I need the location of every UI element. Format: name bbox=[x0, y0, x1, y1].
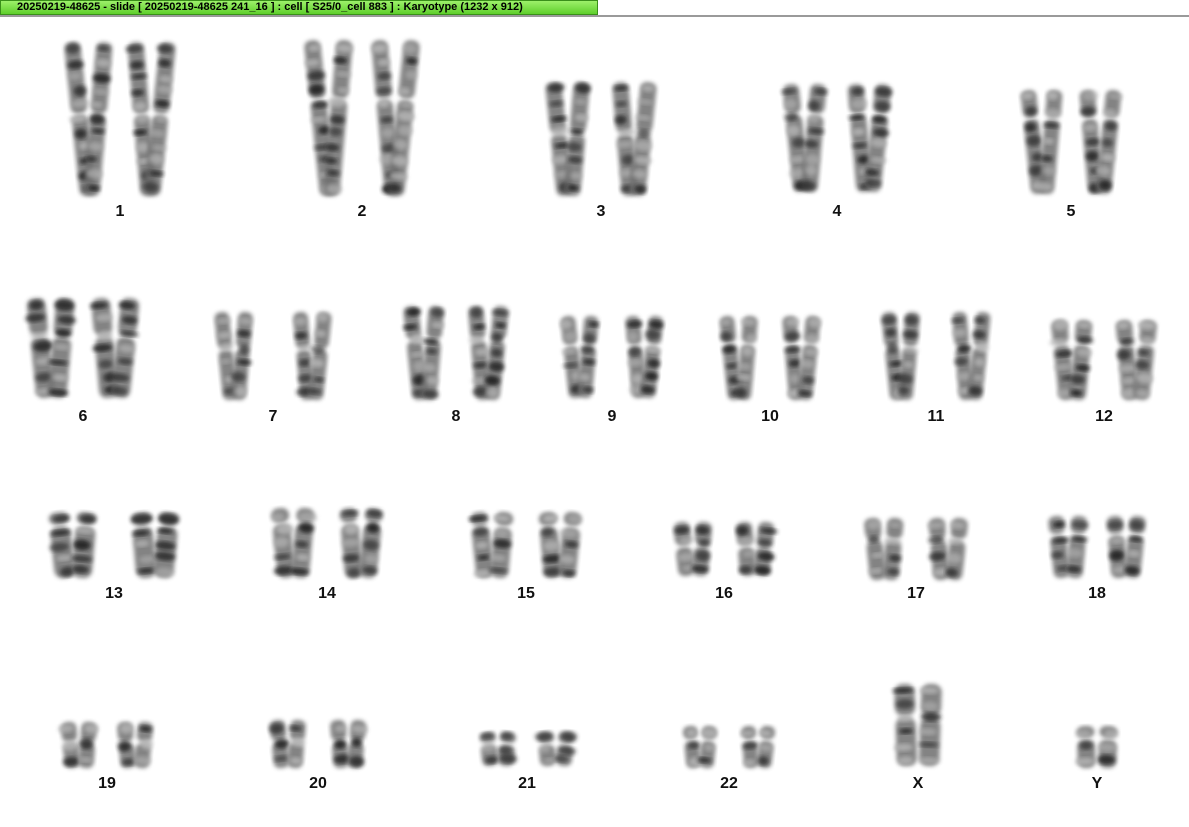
chromosome-label-y: Y bbox=[1091, 775, 1103, 792]
chromosome-pair-y-image bbox=[1075, 725, 1119, 769]
